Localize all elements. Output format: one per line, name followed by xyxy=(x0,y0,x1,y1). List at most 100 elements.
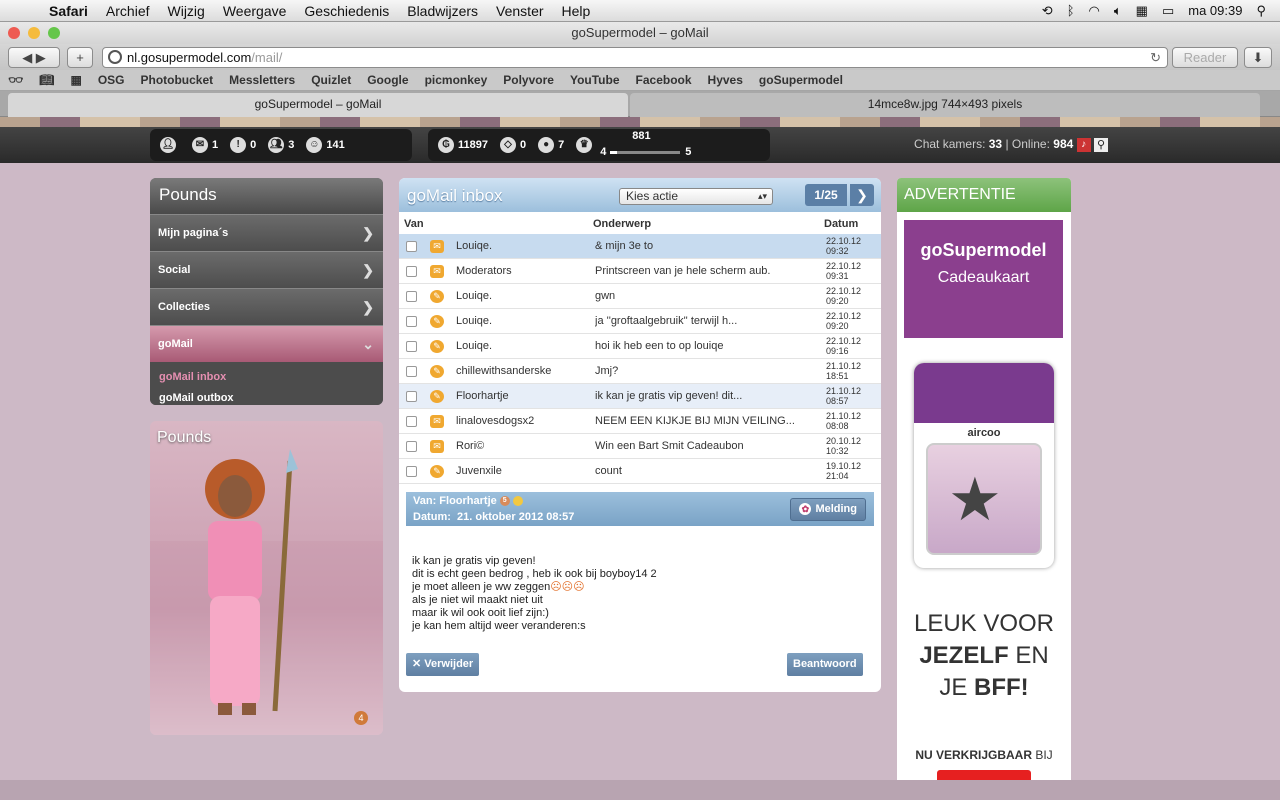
menu-venster[interactable]: Venster xyxy=(487,3,552,19)
row-subject[interactable]: count xyxy=(595,465,813,477)
diamonds-count[interactable]: ◇ 0 xyxy=(499,137,526,153)
ad-giftcard-banner[interactable]: goSupermodel Cadeaukaart xyxy=(904,220,1063,338)
sidebar-item-collecties[interactable]: Collecties ❯ xyxy=(150,288,383,325)
profile-icon[interactable]: 👤︎ xyxy=(160,137,180,153)
reading-list-icon[interactable]: 👓︎ xyxy=(0,73,31,87)
menu-app-name[interactable]: Safari xyxy=(40,3,97,19)
row-subject[interactable]: ik kan je gratis vip geven! dit... xyxy=(595,390,813,402)
row-checkbox[interactable] xyxy=(406,441,417,452)
row-subject[interactable]: hoi ik heb een to op louiqe xyxy=(595,340,813,352)
row-sender[interactable]: linalovesdogsx2 xyxy=(456,415,534,427)
message-row[interactable]: ✎ Louiqe. gwn 22.10.12 09:20 xyxy=(399,284,881,309)
report-button[interactable]: ✿ Melding xyxy=(790,498,866,521)
row-subject[interactable]: gwn xyxy=(595,290,813,302)
message-row[interactable]: ✎ chillewithsanderske Jmj? 21.10.12 18:51 xyxy=(399,359,881,384)
spotlight-icon[interactable]: ⚲ xyxy=(1256,3,1266,19)
message-row[interactable]: ✉ Louiqe. & mijn 3e to 22.10.12 09:32 xyxy=(399,234,881,259)
battery-icon[interactable]: ▭ xyxy=(1162,3,1174,19)
alerts-count[interactable]: ! 0 xyxy=(230,137,256,153)
row-sender[interactable]: Rori© xyxy=(456,440,484,452)
mail-count[interactable]: ✉ 1 xyxy=(192,137,218,153)
menu-geschiedenis[interactable]: Geschiedenis xyxy=(295,3,398,19)
online-count[interactable]: 984 xyxy=(1053,137,1073,151)
tab-image[interactable]: 14mce8w.jpg 744×493 pixels xyxy=(630,93,1260,117)
sidebar-item-gomail[interactable]: goMail ⌄ xyxy=(150,325,383,362)
row-sender[interactable]: Louiqe. xyxy=(456,290,492,302)
delete-button[interactable]: ✕ Verwijder xyxy=(406,653,480,676)
tab-gomail[interactable]: goSupermodel – goMail xyxy=(8,93,628,117)
address-bar[interactable]: nl.gosupermodel.com/mail/ ↻ xyxy=(102,47,1168,68)
level-meter[interactable]: ♛ 881 4 5 xyxy=(576,130,691,160)
search-icon[interactable]: ⚲ xyxy=(1094,137,1108,152)
row-checkbox[interactable] xyxy=(406,316,417,327)
row-checkbox[interactable] xyxy=(406,466,417,477)
message-row[interactable]: ✉ linalovesdogsx2 NEEM EEN KIJKJE BIJ MIJN… xyxy=(399,409,881,434)
message-row[interactable]: ✎ Juvenxile count 19.10.12 21:04 xyxy=(399,459,881,484)
new-tab-button[interactable]: + xyxy=(67,47,93,68)
message-row[interactable]: ✉ Rori© Win een Bart Smit Cadeaubon 20.10.1… xyxy=(399,434,881,459)
bookmark-facebook[interactable]: Facebook xyxy=(628,73,700,87)
row-subject[interactable]: Jmj? xyxy=(595,365,813,377)
row-sender[interactable]: chillewithsanderske xyxy=(456,365,551,377)
wifi-icon[interactable]: ◠ xyxy=(1089,3,1100,19)
row-checkbox[interactable] xyxy=(406,341,417,352)
row-checkbox[interactable] xyxy=(406,416,417,427)
sidebar-item-social[interactable]: Social ❯ xyxy=(150,251,383,288)
chat-rooms-count[interactable]: 33 xyxy=(989,137,1002,151)
row-sender[interactable]: Louiqe. xyxy=(456,315,492,327)
sidebar-subitem-outbox[interactable]: goMail outbox xyxy=(150,388,383,405)
col-header-subject[interactable]: Onderwerp xyxy=(593,218,651,230)
menu-bladwijzers[interactable]: Bladwijzers xyxy=(398,3,487,19)
volume-icon[interactable]: 🔈︎ xyxy=(1114,3,1122,19)
bookmark-photobucket[interactable]: Photobucket xyxy=(132,73,221,87)
row-checkbox[interactable] xyxy=(406,291,417,302)
menu-archief[interactable]: Archief xyxy=(97,3,159,19)
action-select[interactable]: Kies actie ▴▾ xyxy=(619,188,773,205)
next-page-button[interactable]: ❯ xyxy=(850,184,874,206)
row-sender[interactable]: Floorhartje xyxy=(456,390,509,402)
row-checkbox[interactable] xyxy=(406,391,417,402)
back-forward-buttons[interactable]: ◀ ▶ xyxy=(8,47,60,68)
row-subject[interactable]: ja ''groftaalgebruik'' terwijl h... xyxy=(595,315,813,327)
row-checkbox[interactable] xyxy=(406,366,417,377)
menu-wijzig[interactable]: Wijzig xyxy=(159,3,214,19)
bookmarks-book-icon[interactable]: 📖︎ xyxy=(31,73,62,87)
top-sites-icon[interactable]: ▦ xyxy=(62,73,89,87)
clock[interactable]: ma 09:39 xyxy=(1188,3,1242,18)
row-sender[interactable]: Moderators xyxy=(456,265,512,277)
menu-weergave[interactable]: Weergave xyxy=(214,3,296,19)
bookmark-quizlet[interactable]: Quizlet xyxy=(303,73,359,87)
zoom-window-icon[interactable] xyxy=(48,27,60,39)
sidebar-subitem-inbox[interactable]: goMail inbox xyxy=(150,367,383,388)
bookmark-picmonkey[interactable]: picmonkey xyxy=(417,73,496,87)
bookmark-hyves[interactable]: Hyves xyxy=(700,73,751,87)
row-sender[interactable]: Louiqe. xyxy=(456,240,492,252)
bluetooth-icon[interactable]: ᛒ xyxy=(1067,3,1075,18)
message-row[interactable]: ✉ Moderators Printscreen van je hele scher… xyxy=(399,259,881,284)
reload-icon[interactable]: ↻ xyxy=(1150,48,1161,67)
close-window-icon[interactable] xyxy=(8,27,20,39)
row-sender[interactable]: Juvenxile xyxy=(456,465,502,477)
bookmark-google[interactable]: Google xyxy=(359,73,416,87)
col-header-from[interactable]: Van xyxy=(404,218,424,230)
bookmark-youtube[interactable]: YouTube xyxy=(562,73,628,87)
pearls-count[interactable]: ● 7 xyxy=(538,137,564,153)
coins-count[interactable]: ₲ 11897 xyxy=(438,137,488,153)
message-sender[interactable]: Floorhartje xyxy=(439,495,496,507)
downloads-icon[interactable]: ⬇ xyxy=(1244,47,1272,68)
row-checkbox[interactable] xyxy=(406,266,417,277)
time-machine-icon[interactable]: ⟲ xyxy=(1042,3,1053,19)
row-subject[interactable]: Printscreen van je hele scherm aub. xyxy=(595,265,813,277)
reply-button[interactable]: Beantwoord xyxy=(787,653,863,676)
friends-count[interactable]: 👥︎ 3 xyxy=(268,137,294,153)
input-menu-icon[interactable]: ▦ xyxy=(1136,3,1148,19)
message-row[interactable]: ✎ Louiqe. hoi ik heb een to op louiqe 22.10… xyxy=(399,334,881,359)
col-header-date[interactable]: Datum xyxy=(824,218,858,230)
bookmark-polyvore[interactable]: Polyvore xyxy=(495,73,562,87)
row-subject[interactable]: & mijn 3e to xyxy=(595,240,813,252)
bookmark-messletters[interactable]: Messletters xyxy=(221,73,303,87)
message-row[interactable]: ✎ Floorhartje ik kan je gratis vip geven! … xyxy=(399,384,881,409)
row-checkbox[interactable] xyxy=(406,241,417,252)
minimize-window-icon[interactable] xyxy=(28,27,40,39)
message-row[interactable]: ✎ Louiqe. ja ''groftaalgebruik'' terwijl h… xyxy=(399,309,881,334)
